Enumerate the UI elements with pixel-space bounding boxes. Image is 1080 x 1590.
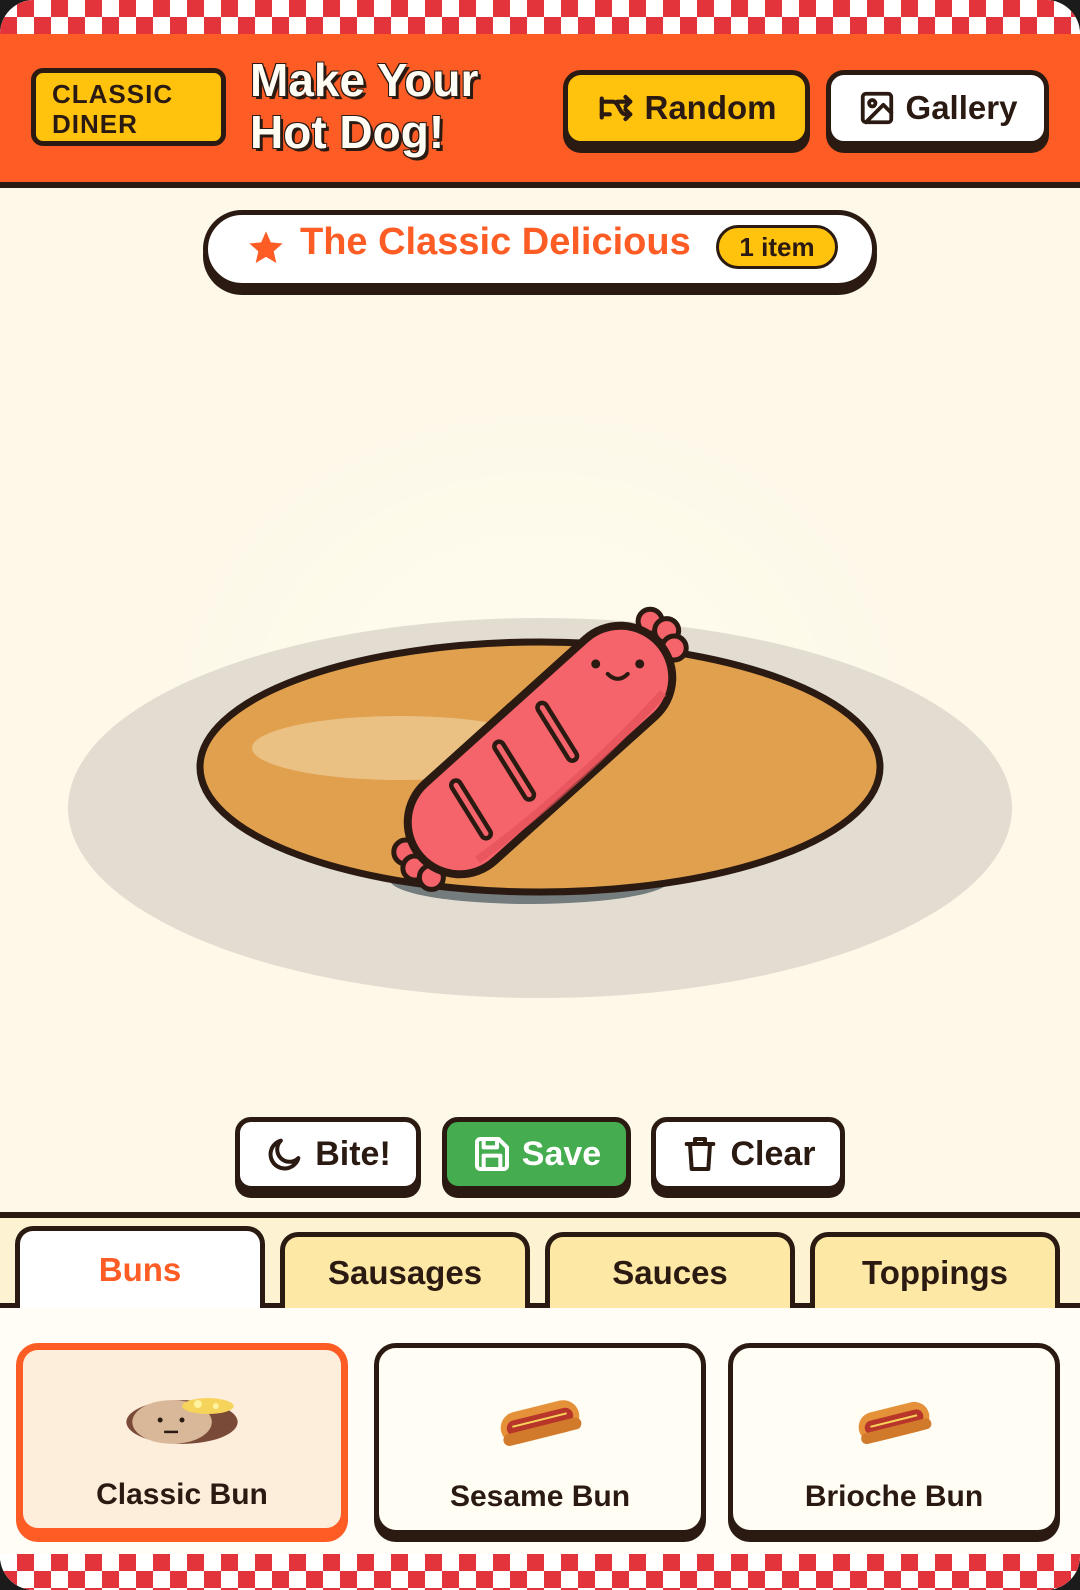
creation-name: The Classic Delicious [300, 221, 691, 263]
badge-line-2: DINER [52, 109, 138, 139]
random-label: Random [644, 89, 777, 126]
clear-button[interactable]: Clear [651, 1117, 845, 1191]
item-label: Brioche Bun [804, 1480, 984, 1513]
bite-button[interactable]: Bite! [235, 1117, 421, 1191]
tab-toppings[interactable]: Toppings [810, 1232, 1060, 1308]
star-icon [249, 231, 283, 263]
title-line-2: Hot Dog! [250, 106, 445, 158]
badge-line-1: CLASSIC [52, 79, 174, 109]
item-card-sesame-bun[interactable]: Sesame Bun [374, 1343, 706, 1535]
clear-label: Clear [730, 1134, 816, 1173]
item-count-badge: 1 item [716, 225, 838, 269]
tab-sauces[interactable]: Sauces [545, 1232, 795, 1308]
shuffle-icon [599, 94, 632, 122]
hotdog-icon [858, 1401, 932, 1445]
app-header: CLASSIC DINER Make Your Hot Dog! Random [0, 34, 1080, 188]
page-title: Make Your Hot Dog! [250, 54, 550, 158]
item-card-brioche-bun[interactable]: Brioche Bun [728, 1343, 1060, 1535]
hotdog-preview-stage [0, 300, 1080, 1100]
save-label: Save [521, 1134, 602, 1173]
tab-buns[interactable]: Buns [15, 1226, 265, 1308]
gallery-button[interactable]: Gallery [826, 70, 1049, 146]
gallery-label: Gallery [905, 89, 1018, 126]
category-tabs: Buns Sausages Sauces Toppings [0, 1218, 1080, 1308]
trash-icon [685, 1137, 716, 1171]
checkered-border-bottom [0, 1554, 1080, 1590]
save-button[interactable]: Save [442, 1117, 631, 1191]
item-label: Sesame Bun [449, 1480, 631, 1513]
moon-icon [268, 1138, 301, 1171]
item-label: Classic Bun [96, 1478, 268, 1511]
hotdog-icon [500, 1400, 582, 1446]
save-icon [474, 1137, 509, 1171]
plate-illustration [68, 606, 1012, 998]
hotdog-builder-app: CLASSIC DINER Make Your Hot Dog! Random [0, 0, 1080, 1590]
bite-label: Bite! [315, 1134, 391, 1173]
random-button[interactable]: Random [563, 70, 810, 146]
item-card-classic-bun[interactable]: Classic Bun [16, 1343, 348, 1535]
checkered-border-top [0, 0, 1080, 34]
tab-sausages[interactable]: Sausages [280, 1232, 530, 1308]
creation-name-pill: The Classic Delicious 1 item [203, 210, 877, 288]
ingredient-panel: Buns Sausages Sauces Toppings Classic Bu… [0, 1212, 1080, 1563]
classic-bun-icon [126, 1398, 238, 1444]
classic-diner-badge: CLASSIC DINER [31, 68, 226, 146]
image-icon [860, 91, 893, 125]
title-line-1: Make Your [250, 54, 479, 106]
